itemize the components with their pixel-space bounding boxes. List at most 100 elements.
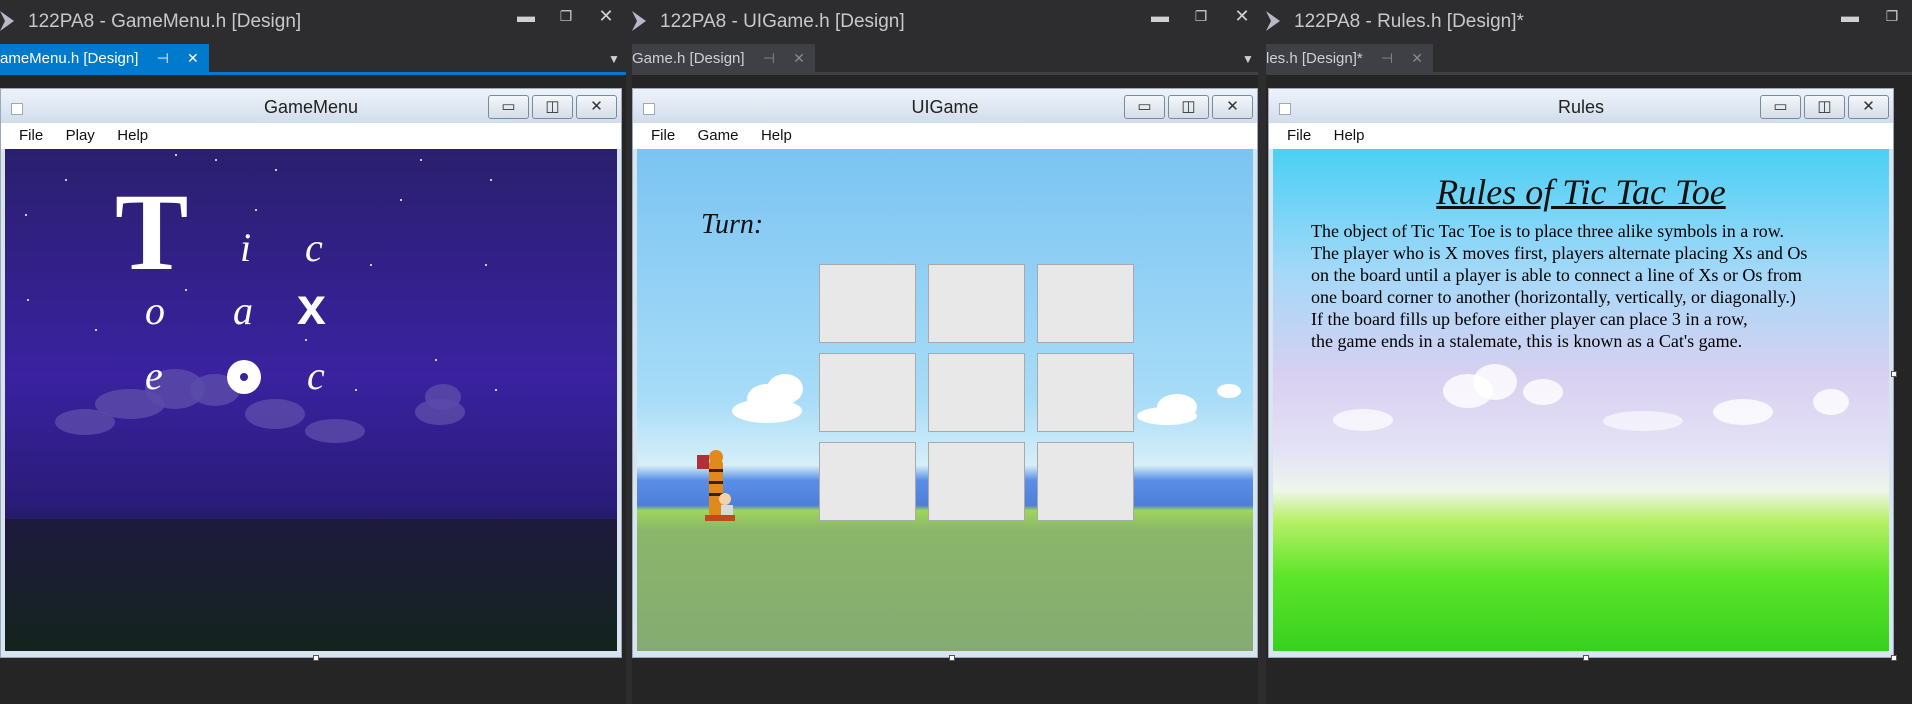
form-maximize-icon[interactable]: ◫ (1804, 95, 1845, 119)
board-cell-3[interactable] (1037, 264, 1134, 343)
vs-minimize-icon[interactable]: ▬ (510, 6, 542, 27)
form-uigame[interactable]: UIGame ▭ ◫ ✕ File Game Help Turn: (632, 88, 1258, 661)
title-letter-c: c (305, 225, 323, 270)
title-letter-e: e (145, 353, 163, 398)
rules-text-line: the game ends in a stalemate, this is kn… (1311, 331, 1743, 351)
vs-window-title: 122PA8 - Rules.h [Design]* (1294, 11, 1524, 32)
title-letter-i: i (240, 225, 252, 270)
designer-pane-gamemenu: 122PA8 - GameMenu.h [Design] ▬ ❐ ✕ ameMe… (0, 0, 626, 704)
form-title-bar: GameMenu ▭ ◫ ✕ (1, 89, 621, 123)
ground-band (5, 519, 617, 651)
pin-icon[interactable]: ⊣ (763, 44, 775, 72)
form-gamemenu[interactable]: GameMenu ▭ ◫ ✕ File Play Help T i c o a … (0, 88, 622, 661)
rules-text-line: The object of Tic Tac Toe is to place th… (1311, 221, 1785, 241)
form-maximize-icon[interactable]: ◫ (1168, 95, 1209, 119)
visual-studio-logo-icon (0, 11, 14, 31)
vs-maximize-icon[interactable]: ❐ (1876, 8, 1908, 25)
menu-file[interactable]: File (19, 123, 43, 144)
designer-pane-uigame: 122PA8 - UIGame.h [Design] ▬ ❐ ✕ Game.h … (632, 0, 1258, 704)
vs-minimize-icon[interactable]: ▬ (1834, 6, 1866, 27)
menu-strip: File Game Help (633, 123, 1257, 149)
rules-text-line: one board corner to another (horizontall… (1311, 287, 1796, 307)
form-maximize-icon[interactable]: ◫ (532, 95, 573, 119)
title-letter-x: x (297, 278, 326, 336)
resize-handle[interactable] (313, 655, 319, 661)
title-letter-t: T (115, 171, 189, 293)
board-cell-5[interactable] (928, 353, 1025, 432)
visual-studio-logo-icon (1266, 11, 1280, 31)
document-tab-bar: les.h [Design]* ⊣ ✕ (1266, 44, 1912, 72)
uigame-background: Turn: (637, 149, 1253, 651)
rules-background: Rules of Tic Tac Toe The object of Tic T… (1273, 149, 1889, 651)
menu-help[interactable]: Help (1334, 123, 1365, 144)
menu-strip: File Help (1269, 123, 1893, 149)
resize-handle[interactable] (1891, 371, 1897, 377)
tab-label: ameMenu.h [Design] (0, 50, 139, 67)
rules-text-line: The player who is X moves first, players… (1311, 243, 1808, 263)
board-cell-9[interactable] (1037, 442, 1134, 521)
form-window-buttons: ▭ ◫ ✕ (485, 95, 617, 119)
gamemenu-background: T i c o a x e c (5, 149, 617, 651)
pin-icon[interactable]: ⊣ (157, 44, 169, 72)
visual-studio-logo-icon (632, 11, 646, 31)
board-cell-8[interactable] (928, 442, 1025, 521)
tab-dropdown-icon[interactable]: ▼ (608, 52, 620, 66)
tab-uigame-design[interactable]: Game.h [Design] ⊣ ✕ (632, 44, 815, 72)
title-letter-c2: c (307, 353, 325, 398)
tab-rules-design[interactable]: les.h [Design]* ⊣ ✕ (1266, 44, 1433, 72)
title-letter-a: a (233, 288, 253, 333)
designer-pane-rules: 122PA8 - Rules.h [Design]* ▬ ❐ les.h [De… (1266, 0, 1912, 704)
vs-maximize-icon[interactable]: ❐ (550, 8, 582, 25)
form-close-icon[interactable]: ✕ (576, 95, 617, 119)
menu-game[interactable]: Game (698, 123, 739, 144)
resize-handle[interactable] (1583, 655, 1589, 661)
vs-maximize-icon[interactable]: ❐ (1185, 8, 1217, 25)
vs-close-icon[interactable]: ✕ (590, 6, 622, 27)
board-cell-2[interactable] (928, 264, 1025, 343)
rules-heading: Rules of Tic Tac Toe (1436, 172, 1726, 212)
resize-handle[interactable] (1891, 655, 1897, 661)
form-close-icon[interactable]: ✕ (1848, 95, 1889, 119)
menu-file[interactable]: File (651, 123, 675, 144)
board-cell-4[interactable] (819, 353, 916, 432)
form-title-bar: Rules ▭ ◫ ✕ (1269, 89, 1893, 123)
vs-window-title: 122PA8 - UIGame.h [Design] (660, 11, 905, 32)
tab-close-icon[interactable]: ✕ (1411, 44, 1423, 72)
board-cell-6[interactable] (1037, 353, 1134, 432)
pin-icon[interactable]: ⊣ (1381, 44, 1393, 72)
rules-text-line: on the board until a player is able to c… (1311, 265, 1802, 285)
tab-label: les.h [Design]* (1266, 50, 1363, 67)
board-cell-1[interactable] (819, 264, 916, 343)
resize-handle[interactable] (949, 655, 955, 661)
tab-close-icon[interactable]: ✕ (793, 44, 805, 72)
calvin-hobbes-sprite-icon (697, 450, 735, 521)
form-rules[interactable]: Rules ▭ ◫ ✕ File Help Rules of Tic Tac Toe… (1268, 88, 1897, 661)
vs-title-bar: 122PA8 - GameMenu.h [Design] ▬ ❐ ✕ (0, 0, 626, 44)
menu-play[interactable]: Play (66, 123, 95, 144)
vs-title-bar: 122PA8 - Rules.h [Design]* ▬ ❐ (1266, 0, 1912, 44)
menu-help[interactable]: Help (117, 123, 148, 144)
form-minimize-icon[interactable]: ▭ (1760, 95, 1801, 119)
vs-close-icon[interactable]: ✕ (1226, 6, 1258, 27)
tab-label: Game.h [Design] (632, 50, 745, 67)
title-letter-o: o (145, 288, 165, 333)
form-minimize-icon[interactable]: ▭ (488, 95, 529, 119)
form-window-buttons: ▭ ◫ ✕ (1757, 95, 1889, 119)
board-cell-7[interactable] (819, 442, 916, 521)
tab-close-icon[interactable]: ✕ (187, 44, 199, 72)
tab-gamemenu-design[interactable]: ameMenu.h [Design] ⊣ ✕ (0, 44, 209, 72)
vs-window-title: 122PA8 - GameMenu.h [Design] (28, 11, 302, 32)
menu-help[interactable]: Help (761, 123, 792, 144)
document-tab-bar: Game.h [Design] ⊣ ✕ ▼ (632, 44, 1258, 72)
form-window-buttons: ▭ ◫ ✕ (1121, 95, 1253, 119)
pane-splitter[interactable] (1258, 0, 1266, 704)
turn-label: Turn: (701, 209, 764, 240)
rules-text-line: If the board fills up before either play… (1311, 309, 1748, 329)
form-close-icon[interactable]: ✕ (1212, 95, 1253, 119)
vs-minimize-icon[interactable]: ▬ (1144, 6, 1176, 27)
menu-file[interactable]: File (1287, 123, 1311, 144)
tab-dropdown-icon[interactable]: ▼ (1242, 52, 1254, 66)
o-piece-icon (227, 360, 261, 394)
form-minimize-icon[interactable]: ▭ (1124, 95, 1165, 119)
form-title-bar: UIGame ▭ ◫ ✕ (633, 89, 1257, 123)
